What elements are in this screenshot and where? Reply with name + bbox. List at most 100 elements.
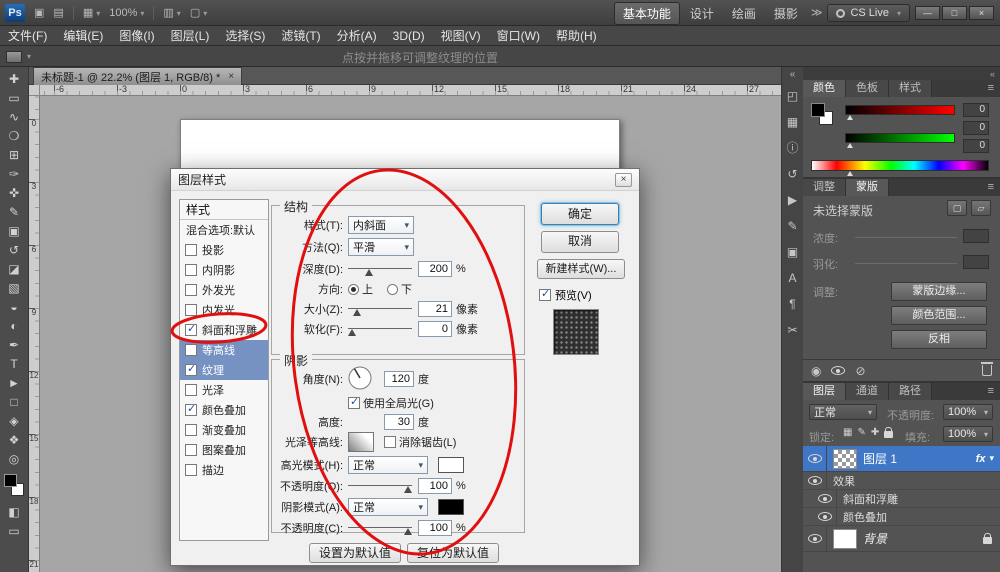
menu-item[interactable]: 窗口(W) (489, 26, 548, 46)
blur-tool[interactable]: ◒ (2, 298, 27, 317)
move-tool[interactable]: ✚ (2, 70, 27, 89)
menu-item[interactable]: 文件(F) (0, 26, 55, 46)
green-slider[interactable] (845, 133, 955, 148)
preview-checkbox[interactable] (539, 288, 551, 301)
mini-bridge-icon[interactable]: ▤ (53, 0, 63, 26)
expand-dock-icon[interactable]: « (990, 69, 995, 79)
layer-name[interactable]: 背景 (863, 530, 887, 547)
soften-slider[interactable] (348, 323, 412, 336)
direction-up-radio[interactable] (348, 283, 359, 295)
style-checkbox[interactable] (185, 244, 197, 256)
menu-item[interactable]: 分析(A) (329, 26, 385, 46)
style-item[interactable]: 等高线 (180, 340, 268, 360)
bridge-icon[interactable]: ▣ (34, 0, 44, 26)
ok-button[interactable]: 确定 (541, 203, 619, 225)
tab-adjustments[interactable]: 调整 (803, 179, 846, 196)
tab-styles[interactable]: 样式 (889, 80, 932, 97)
shadow-mode-select[interactable]: 正常 (348, 498, 428, 516)
slider-thumb[interactable] (353, 308, 361, 316)
cancel-button[interactable]: 取消 (541, 231, 619, 253)
type-tool[interactable]: T (2, 355, 27, 374)
red-slider[interactable] (845, 105, 955, 120)
highlight-color-swatch[interactable] (438, 457, 464, 473)
mask-adjust-button[interactable]: 蒙版边缘... (891, 282, 987, 301)
menu-item[interactable]: 滤镜(T) (273, 26, 328, 46)
screen-mode-button[interactable]: ▭ (2, 522, 27, 541)
info-panel-icon[interactable]: ⓘ (782, 137, 804, 159)
menu-item[interactable]: 编辑(E) (55, 26, 111, 46)
foreground-color-swatch[interactable] (811, 103, 825, 117)
altitude-input[interactable]: 30 (384, 414, 414, 430)
style-item[interactable]: 颜色叠加 (180, 400, 268, 420)
style-item[interactable]: 投影 (180, 240, 268, 260)
lock-position-icon[interactable]: ✚ (871, 427, 879, 438)
antialias-checkbox[interactable] (384, 436, 396, 448)
slider-thumb[interactable] (404, 527, 412, 535)
lock-all-icon[interactable] (884, 427, 894, 438)
angle-dial[interactable] (347, 365, 373, 391)
blend-mode-select[interactable]: 正常 (809, 404, 877, 420)
marquee-tool[interactable]: ▭ (2, 89, 27, 108)
document-tab[interactable]: 未标题-1 @ 22.2% (图层 1, RGB/8) * × (33, 67, 243, 85)
reset-default-button[interactable]: 复位为默认值 (407, 543, 499, 563)
paragraph-panel-icon[interactable]: ¶ (782, 293, 804, 315)
close-button[interactable]: × (969, 6, 994, 20)
style-checkbox[interactable] (185, 264, 197, 276)
style-checkbox[interactable] (185, 284, 197, 296)
layer-row-layer1[interactable]: 图层 1 fx ▾ (803, 446, 1000, 472)
menu-item[interactable]: 帮助(H) (548, 26, 605, 46)
minimize-button[interactable]: — (915, 6, 940, 20)
tab-swatches[interactable]: 色板 (846, 80, 889, 97)
mask-enable-icon[interactable] (831, 366, 846, 375)
brush-tool[interactable]: ✎ (2, 203, 27, 222)
navigator-panel-icon[interactable]: ◰ (782, 85, 804, 107)
tab-paths[interactable]: 路径 (889, 383, 932, 400)
effects-row[interactable]: 效果 (803, 471, 1000, 490)
style-checkbox[interactable] (185, 464, 197, 476)
tab-close-icon[interactable]: × (228, 71, 234, 82)
depth-input[interactable]: 200 (418, 261, 452, 277)
tab-color[interactable]: 颜色 (803, 80, 846, 97)
style-item[interactable]: 外发光 (180, 280, 268, 300)
delete-mask-icon[interactable] (981, 362, 993, 376)
eraser-tool[interactable]: ◪ (2, 260, 27, 279)
menu-item[interactable]: 选择(S) (217, 26, 273, 46)
layer-thumbnail[interactable] (833, 448, 857, 469)
panel-menu-icon[interactable]: ≡ (982, 383, 1000, 400)
horizontal-ruler[interactable]: -6 -3 0 3 6 9 12 15 18 21 24 27 (40, 85, 781, 96)
brush-panel-icon[interactable]: ✎ (782, 215, 804, 237)
vertical-ruler[interactable]: 0 3 6 9 12 15 18 21 (29, 96, 40, 572)
history-brush-tool[interactable]: ↺ (2, 241, 27, 260)
measure-panel-icon[interactable]: ✂ (782, 319, 804, 341)
style-checkbox[interactable] (185, 403, 197, 416)
size-input[interactable]: 21 (418, 301, 452, 317)
hand-tool[interactable]: ❖ (2, 431, 27, 450)
style-item[interactable]: 内发光 (180, 300, 268, 320)
gradient-tool[interactable]: ▧ (2, 279, 27, 298)
menu-item[interactable]: 视图(V) (433, 26, 489, 46)
shadow-color-swatch[interactable] (438, 499, 464, 515)
histogram-panel-icon[interactable]: ▦ (782, 111, 804, 133)
eyedropper-tool[interactable]: ✑ (2, 165, 27, 184)
pen-tool[interactable]: ✒ (2, 336, 27, 355)
new-style-button[interactable]: 新建样式(W)... (537, 259, 625, 279)
highlight-opacity-slider[interactable] (348, 480, 412, 493)
lasso-tool[interactable]: ∿ (2, 108, 27, 127)
style-item[interactable]: 渐变叠加 (180, 420, 268, 440)
menu-item[interactable]: 3D(D) (385, 26, 433, 46)
style-checkbox[interactable] (185, 344, 197, 356)
soften-input[interactable]: 0 (418, 321, 452, 337)
restore-button[interactable]: □ (942, 6, 967, 20)
panel-menu-icon[interactable]: ≡ (982, 179, 1000, 196)
actions-panel-icon[interactable]: ▶ (782, 189, 804, 211)
style-item[interactable]: 斜面和浮雕 (180, 320, 268, 340)
pixel-mask-button[interactable]: ▢ (947, 200, 967, 216)
red-value[interactable]: 0 (963, 103, 989, 117)
slider-thumb[interactable] (348, 328, 356, 336)
dialog-titlebar[interactable]: 图层样式 × (171, 169, 639, 191)
style-item[interactable]: 内阴影 (180, 260, 268, 280)
vector-mask-button[interactable]: ▱ (971, 200, 991, 216)
green-value[interactable]: 0 (963, 121, 989, 135)
tool-preset-icon[interactable] (6, 49, 31, 64)
color-swatches-widget[interactable] (2, 472, 27, 500)
